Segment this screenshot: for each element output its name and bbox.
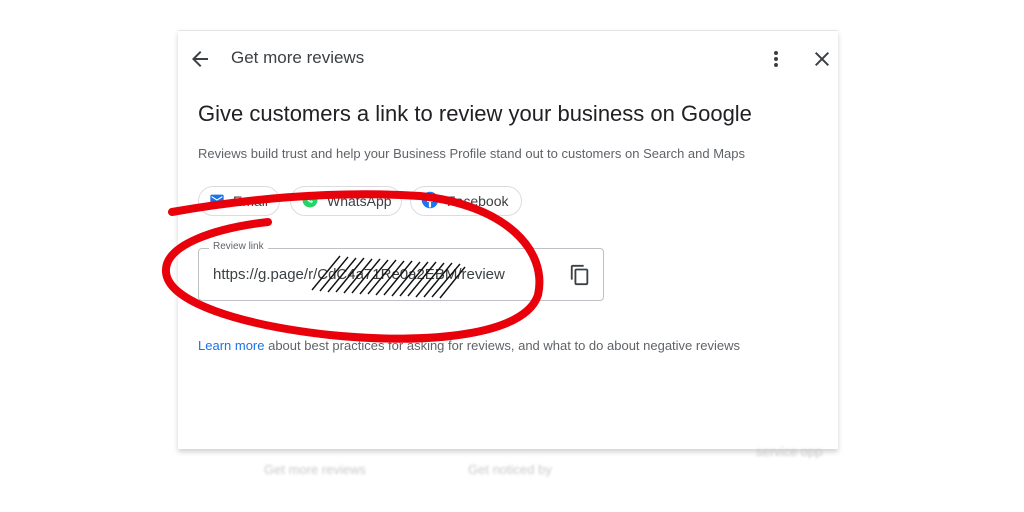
copy-icon[interactable] <box>569 264 591 286</box>
review-link-value[interactable]: https://g.page/r/CdC4a71Re0a2EBM/review <box>213 266 543 283</box>
share-email-label: Email <box>233 193 269 209</box>
review-link-field[interactable]: Review link https://g.page/r/CdC4a71Re0a… <box>198 241 604 301</box>
learn-more-link[interactable]: Learn more <box>198 338 264 353</box>
facebook-icon <box>421 191 439 212</box>
share-facebook-button[interactable]: Facebook <box>410 186 522 216</box>
arrow-back-icon[interactable] <box>188 47 212 71</box>
whatsapp-icon <box>301 191 319 212</box>
get-more-reviews-dialog: Get more reviews Give customers a link t… <box>178 30 838 449</box>
more-vert-icon[interactable] <box>764 47 788 71</box>
bg-text-left: Get more reviews <box>264 462 366 477</box>
dialog-header: Get more reviews <box>178 31 838 87</box>
dialog-title: Get more reviews <box>231 48 365 67</box>
close-icon[interactable] <box>810 47 834 71</box>
footnote-text: about best practices for asking for revi… <box>264 338 740 353</box>
share-facebook-label: Facebook <box>447 193 509 209</box>
page-headline: Give customers a link to review your bus… <box>198 101 752 126</box>
page-subtext: Reviews build trust and help your Busine… <box>198 146 746 161</box>
bg-text-middle: Get noticed by <box>468 462 552 477</box>
share-whatsapp-button[interactable]: WhatsApp <box>290 186 402 216</box>
bg-text-right: service opp <box>756 444 823 459</box>
review-link-label: Review link <box>209 241 268 252</box>
review-footnote: Learn more about best practices for aski… <box>198 338 740 353</box>
background-page-strip: Get more reviews Get noticed by service … <box>178 444 838 492</box>
mail-icon <box>209 192 225 211</box>
share-whatsapp-label: WhatsApp <box>327 193 392 209</box>
share-email-button[interactable]: Email <box>198 186 280 216</box>
